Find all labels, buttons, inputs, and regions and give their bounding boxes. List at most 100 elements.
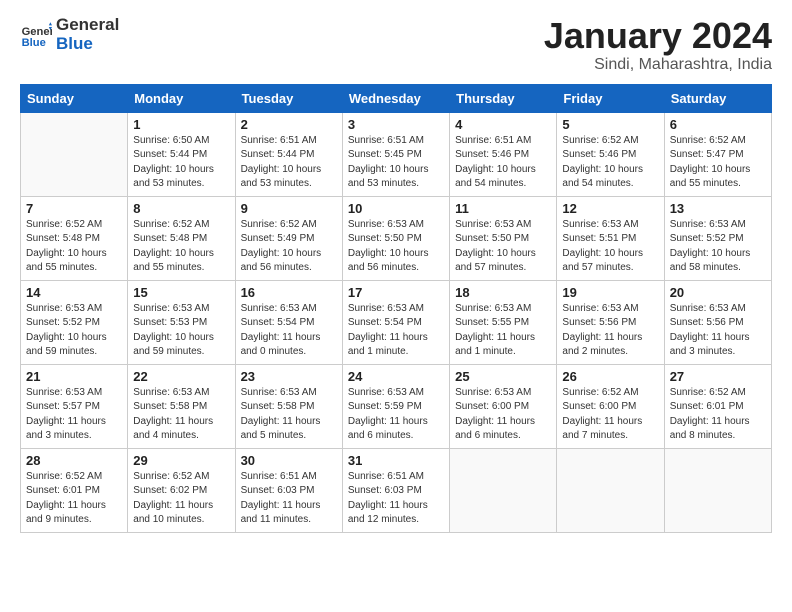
calendar-cell: 17 Sunrise: 6:53 AM Sunset: 5:54 PM Dayli…	[342, 280, 449, 364]
calendar-cell: 20 Sunrise: 6:53 AM Sunset: 5:56 PM Dayli…	[664, 280, 771, 364]
calendar-table: SundayMondayTuesdayWednesdayThursdayFrid…	[20, 84, 772, 533]
main-title: January 2024	[544, 16, 772, 56]
day-number: 22	[133, 369, 229, 384]
calendar-cell: 5 Sunrise: 6:52 AM Sunset: 5:46 PM Daylig…	[557, 112, 664, 196]
day-number: 12	[562, 201, 658, 216]
day-number: 3	[348, 117, 444, 132]
weekday-header-saturday: Saturday	[664, 84, 771, 112]
day-number: 5	[562, 117, 658, 132]
calendar-cell: 25Sunrise: 6:53 AM Sunset: 6:00 PM Dayli…	[450, 364, 557, 448]
calendar-cell: 4Sunrise: 6:51 AM Sunset: 5:46 PM Daylig…	[450, 112, 557, 196]
day-number: 28	[26, 453, 122, 468]
weekday-header-wednesday: Wednesday	[342, 84, 449, 112]
weekday-header-sunday: Sunday	[21, 84, 128, 112]
cell-info: Sunrise: 6:52 AM Sunset: 5:48 PM Dayligh…	[133, 218, 229, 276]
cell-info: Sunrise: 6:52 AM Sunset: 5:49 PM Dayligh…	[241, 218, 337, 276]
day-number: 30	[241, 453, 337, 468]
cell-info: Sunrise: 6:52 AM Sunset: 5:47 PM Dayligh…	[670, 134, 766, 192]
logo-general-text: General	[56, 16, 119, 35]
calendar-cell: 31Sunrise: 6:51 AM Sunset: 6:03 PM Dayli…	[342, 448, 449, 532]
day-number: 27	[670, 369, 766, 384]
day-number: 6	[670, 117, 766, 132]
cell-info: Sunrise: 6:53 AM Sunset: 5:58 PM Dayligh…	[133, 386, 229, 444]
calendar-cell: 10 Sunrise: 6:53 AM Sunset: 5:50 PM Dayli…	[342, 196, 449, 280]
calendar-cell: 7 Sunrise: 6:52 AM Sunset: 5:48 PM Daylig…	[21, 196, 128, 280]
cell-info: Sunrise: 6:53 AM Sunset: 5:51 PM Dayligh…	[562, 218, 658, 276]
day-number: 16	[241, 285, 337, 300]
title-area: January 2024 Sindi, Maharashtra, India	[544, 16, 772, 74]
day-number: 11	[455, 201, 551, 216]
cell-info: Sunrise: 6:53 AM Sunset: 5:50 PM Dayligh…	[348, 218, 444, 276]
day-number: 21	[26, 369, 122, 384]
svg-text:Blue: Blue	[22, 37, 46, 49]
day-number: 1	[133, 117, 229, 132]
day-number: 19	[562, 285, 658, 300]
weekday-header-monday: Monday	[128, 84, 235, 112]
calendar-cell: 18Sunrise: 6:53 AM Sunset: 5:55 PM Dayli…	[450, 280, 557, 364]
day-number: 20	[670, 285, 766, 300]
cell-info: Sunrise: 6:53 AM Sunset: 5:56 PM Dayligh…	[670, 302, 766, 360]
day-number: 15	[133, 285, 229, 300]
subtitle: Sindi, Maharashtra, India	[544, 56, 772, 74]
calendar-cell	[557, 448, 664, 532]
cell-info: Sunrise: 6:52 AM Sunset: 6:00 PM Dayligh…	[562, 386, 658, 444]
cell-info: Sunrise: 6:51 AM Sunset: 5:45 PM Dayligh…	[348, 134, 444, 192]
cell-info: Sunrise: 6:52 AM Sunset: 5:46 PM Dayligh…	[562, 134, 658, 192]
day-number: 2	[241, 117, 337, 132]
calendar-cell	[21, 112, 128, 196]
calendar-cell: 3 Sunrise: 6:51 AM Sunset: 5:45 PM Daylig…	[342, 112, 449, 196]
day-number: 23	[241, 369, 337, 384]
cell-info: Sunrise: 6:53 AM Sunset: 5:56 PM Dayligh…	[562, 302, 658, 360]
day-number: 17	[348, 285, 444, 300]
cell-info: Sunrise: 6:52 AM Sunset: 5:48 PM Dayligh…	[26, 218, 122, 276]
week-row-3: 14 Sunrise: 6:53 AM Sunset: 5:52 PM Dayli…	[21, 280, 772, 364]
weekday-header-tuesday: Tuesday	[235, 84, 342, 112]
calendar-cell: 26 Sunrise: 6:52 AM Sunset: 6:00 PM Dayli…	[557, 364, 664, 448]
calendar-cell: 15Sunrise: 6:53 AM Sunset: 5:53 PM Dayli…	[128, 280, 235, 364]
cell-info: Sunrise: 6:53 AM Sunset: 5:57 PM Dayligh…	[26, 386, 122, 444]
calendar-cell: 16 Sunrise: 6:53 AM Sunset: 5:54 PM Dayli…	[235, 280, 342, 364]
week-row-5: 28Sunrise: 6:52 AM Sunset: 6:01 PM Dayli…	[21, 448, 772, 532]
cell-info: Sunrise: 6:51 AM Sunset: 6:03 PM Dayligh…	[241, 470, 337, 528]
week-row-1: 1 Sunrise: 6:50 AM Sunset: 5:44 PM Daylig…	[21, 112, 772, 196]
calendar-cell: 27Sunrise: 6:52 AM Sunset: 6:01 PM Dayli…	[664, 364, 771, 448]
cell-info: Sunrise: 6:53 AM Sunset: 5:55 PM Dayligh…	[455, 302, 551, 360]
day-number: 24	[348, 369, 444, 384]
calendar-cell: 9Sunrise: 6:52 AM Sunset: 5:49 PM Daylig…	[235, 196, 342, 280]
calendar-cell: 21 Sunrise: 6:53 AM Sunset: 5:57 PM Dayli…	[21, 364, 128, 448]
weekday-header-friday: Friday	[557, 84, 664, 112]
calendar-cell: 19 Sunrise: 6:53 AM Sunset: 5:56 PM Dayli…	[557, 280, 664, 364]
cell-info: Sunrise: 6:52 AM Sunset: 6:02 PM Dayligh…	[133, 470, 229, 528]
weekday-header-row: SundayMondayTuesdayWednesdayThursdayFrid…	[21, 84, 772, 112]
calendar-cell: 13 Sunrise: 6:53 AM Sunset: 5:52 PM Dayli…	[664, 196, 771, 280]
svg-text:General: General	[22, 26, 52, 38]
cell-info: Sunrise: 6:53 AM Sunset: 5:52 PM Dayligh…	[670, 218, 766, 276]
day-number: 8	[133, 201, 229, 216]
calendar-cell: 6 Sunrise: 6:52 AM Sunset: 5:47 PM Daylig…	[664, 112, 771, 196]
day-number: 14	[26, 285, 122, 300]
cell-info: Sunrise: 6:50 AM Sunset: 5:44 PM Dayligh…	[133, 134, 229, 192]
logo: General Blue General Blue	[20, 16, 119, 53]
day-number: 10	[348, 201, 444, 216]
calendar-cell: 1 Sunrise: 6:50 AM Sunset: 5:44 PM Daylig…	[128, 112, 235, 196]
cell-info: Sunrise: 6:51 AM Sunset: 5:44 PM Dayligh…	[241, 134, 337, 192]
day-number: 26	[562, 369, 658, 384]
calendar-cell: 24Sunrise: 6:53 AM Sunset: 5:59 PM Dayli…	[342, 364, 449, 448]
calendar-cell	[450, 448, 557, 532]
calendar-cell: 22 Sunrise: 6:53 AM Sunset: 5:58 PM Dayli…	[128, 364, 235, 448]
cell-info: Sunrise: 6:53 AM Sunset: 5:58 PM Dayligh…	[241, 386, 337, 444]
day-number: 29	[133, 453, 229, 468]
day-number: 4	[455, 117, 551, 132]
cell-info: Sunrise: 6:53 AM Sunset: 5:54 PM Dayligh…	[348, 302, 444, 360]
logo-icon: General Blue	[20, 19, 52, 51]
cell-info: Sunrise: 6:53 AM Sunset: 5:52 PM Dayligh…	[26, 302, 122, 360]
cell-info: Sunrise: 6:53 AM Sunset: 5:54 PM Dayligh…	[241, 302, 337, 360]
logo-blue-text: Blue	[56, 35, 119, 54]
calendar-cell: 2 Sunrise: 6:51 AM Sunset: 5:44 PM Daylig…	[235, 112, 342, 196]
calendar-cell: 12 Sunrise: 6:53 AM Sunset: 5:51 PM Dayli…	[557, 196, 664, 280]
week-row-4: 21 Sunrise: 6:53 AM Sunset: 5:57 PM Dayli…	[21, 364, 772, 448]
calendar-cell: 30 Sunrise: 6:51 AM Sunset: 6:03 PM Dayli…	[235, 448, 342, 532]
day-number: 7	[26, 201, 122, 216]
day-number: 25	[455, 369, 551, 384]
day-number: 13	[670, 201, 766, 216]
